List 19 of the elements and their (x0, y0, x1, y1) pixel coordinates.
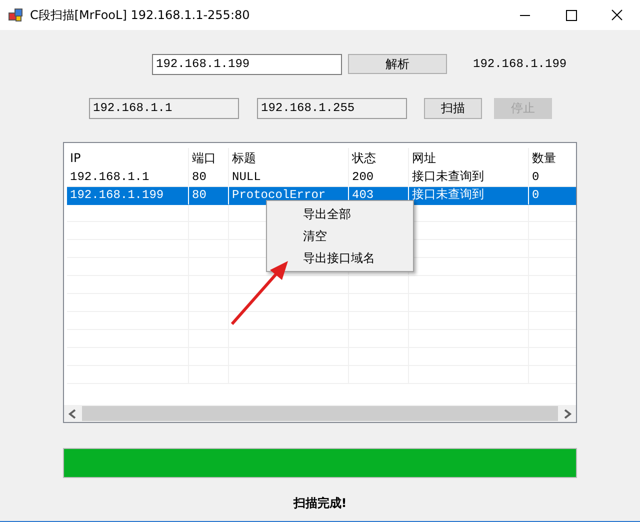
menu-item[interactable]: 清空 (267, 225, 413, 247)
menu-item[interactable]: 导出接口域名 (267, 247, 413, 269)
column-header[interactable]: 网址 (409, 148, 529, 168)
scan-button[interactable]: 扫描 (424, 98, 482, 118)
column-header[interactable]: 状态 (349, 148, 409, 168)
menu-item[interactable]: 导出全部 (267, 203, 413, 225)
start-ip-field[interactable]: 192.168.1.1 (89, 98, 239, 118)
window-title: C段扫描[MrFooL] 192.168.1.1-255:80 (30, 6, 251, 24)
scrollbar-thumb[interactable] (82, 406, 558, 421)
status-text: 扫描完成! (292, 495, 348, 512)
column-header[interactable]: 端口 (189, 148, 229, 168)
resolve-button[interactable]: 解析 (348, 54, 447, 74)
column-header[interactable]: 数量 (529, 148, 576, 168)
app-icon (8, 7, 24, 23)
column-header[interactable]: IP (67, 148, 189, 168)
resolved-ip-label: 192.168.1.199 (473, 57, 567, 71)
ip-input[interactable]: 192.168.1.199 (152, 54, 342, 74)
column-header[interactable]: 标题 (229, 148, 349, 168)
end-ip-field[interactable]: 192.168.1.255 (257, 98, 407, 118)
